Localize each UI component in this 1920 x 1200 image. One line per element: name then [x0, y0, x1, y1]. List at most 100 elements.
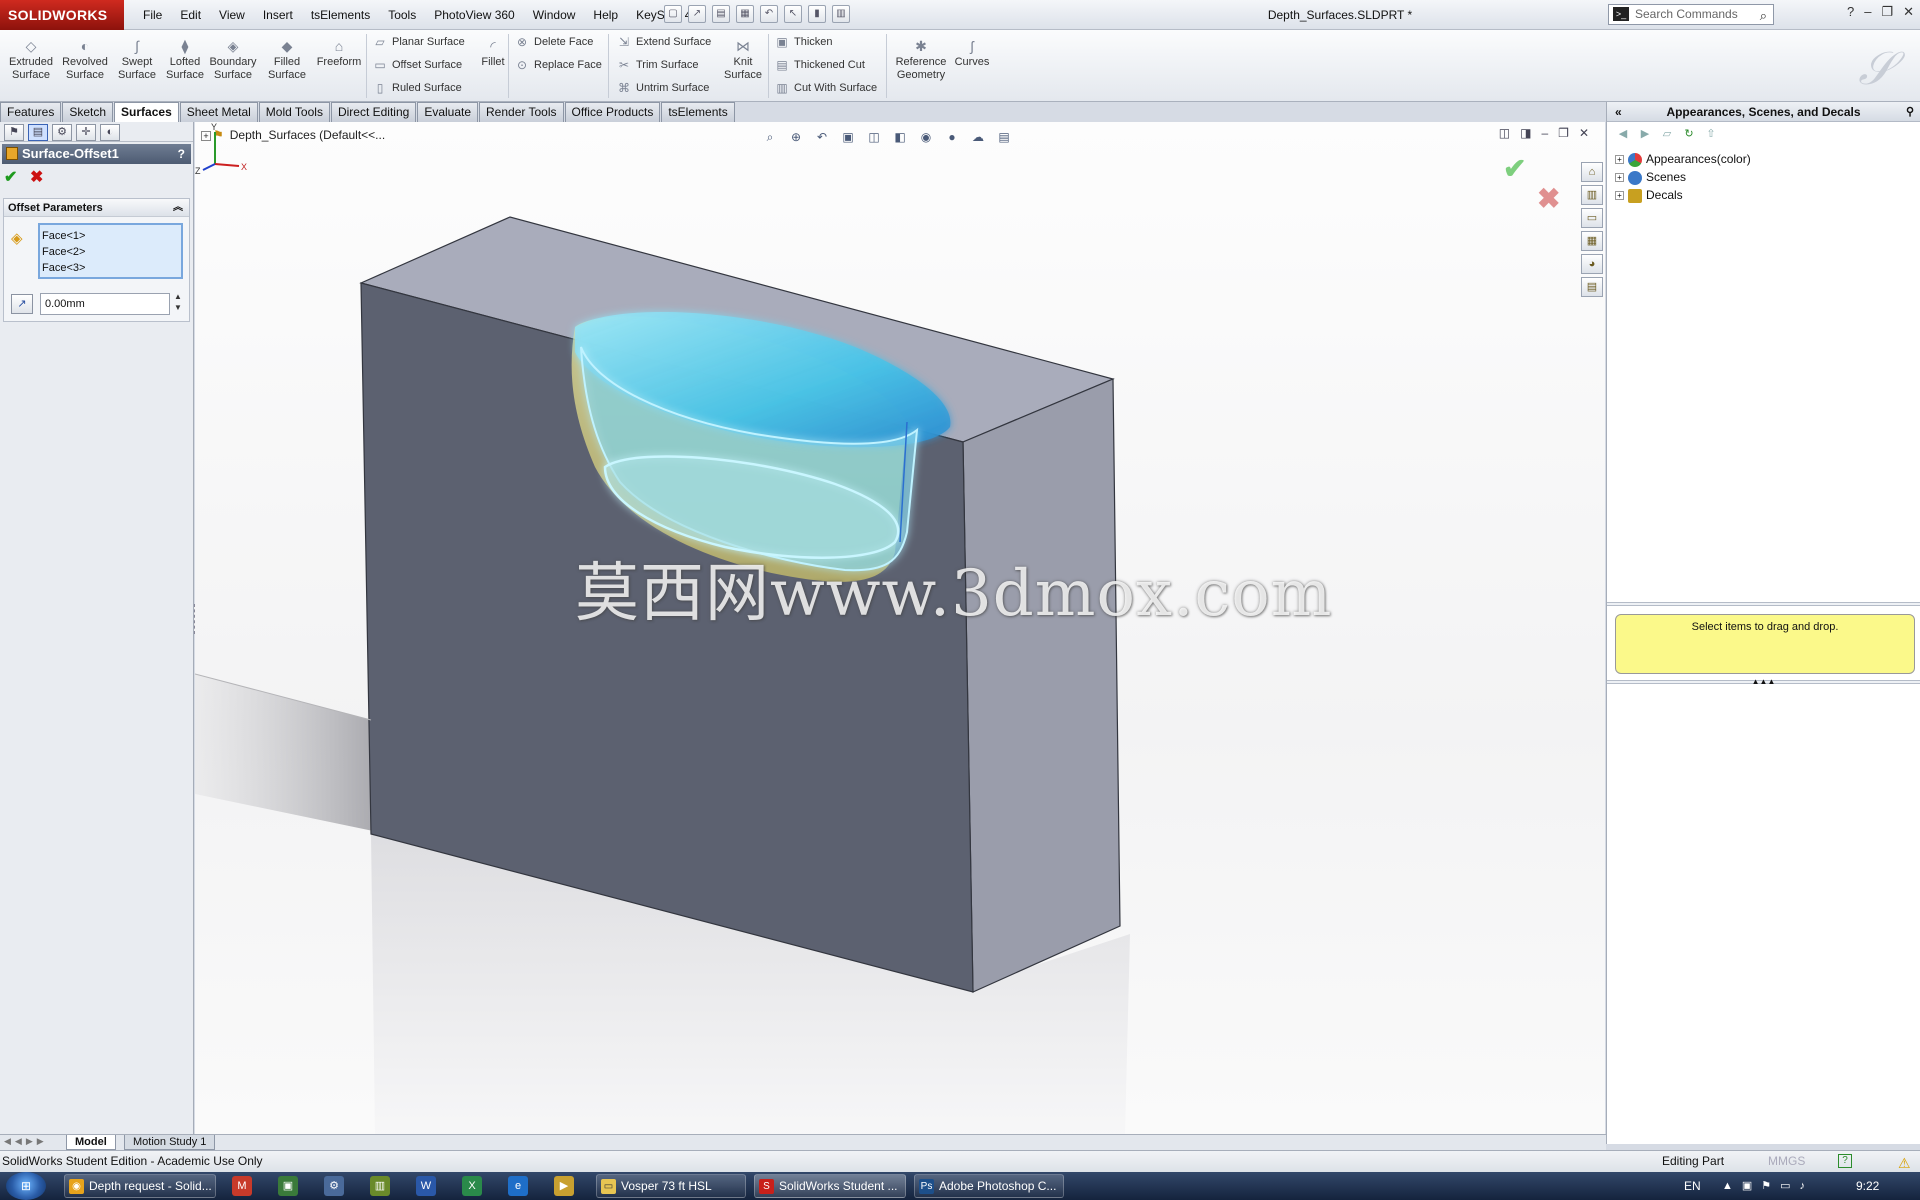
forward-icon[interactable]: ▶ [1637, 126, 1653, 142]
tab-mold-tools[interactable]: Mold Tools [258, 102, 330, 122]
menu-insert[interactable]: Insert [254, 0, 302, 30]
view-settings-icon[interactable]: ▤ [995, 128, 1013, 146]
app-icon[interactable]: ▣ [278, 1176, 298, 1196]
search-commands-input[interactable]: >_ Search Commands ⌕ [1608, 4, 1774, 25]
word-icon[interactable]: W [416, 1176, 436, 1196]
menu-edit[interactable]: Edit [171, 0, 210, 30]
viewport-close-icon[interactable]: ✕ [1579, 126, 1589, 140]
freeform-button[interactable]: ⌂ Freeform [314, 38, 364, 69]
lofted-surface-button[interactable]: ⧫ Lofted Surface [160, 38, 210, 82]
file-explorer-icon[interactable]: ▭ [1581, 208, 1603, 228]
menu-tools[interactable]: Tools [379, 0, 425, 30]
design-library-icon[interactable]: ▥ [1581, 185, 1603, 205]
ruled-surface-button[interactable]: ▯ Ruled Surface [372, 80, 462, 96]
tab-model[interactable]: Model [66, 1135, 116, 1150]
rebuild-icon[interactable]: ▮ [808, 5, 826, 23]
solidworks-resources-icon[interactable]: ⌂ [1581, 162, 1603, 182]
menu-photoview[interactable]: PhotoView 360 [425, 0, 524, 30]
offset-parameters-header[interactable]: Offset Parameters ︽ [4, 199, 189, 217]
options-icon[interactable]: ▥ [832, 5, 850, 23]
tab-sketch[interactable]: Sketch [62, 102, 114, 122]
save-icon[interactable]: ▤ [712, 5, 730, 23]
planar-surface-button[interactable]: ▱ Planar Surface [372, 34, 464, 50]
tab-render-tools[interactable]: Render Tools [479, 102, 564, 122]
help-question-icon[interactable]: ? [1847, 4, 1854, 20]
appearances-scenes-icon[interactable]: ◕ [1581, 254, 1603, 274]
apply-scene-icon[interactable]: ☁ [969, 128, 987, 146]
hide-show-items-icon[interactable]: ◉ [917, 128, 935, 146]
tab-tselements[interactable]: tsElements [661, 102, 735, 122]
collapse-chevron-icon[interactable]: ︽ [173, 199, 183, 217]
expand-icon[interactable]: + [1615, 155, 1624, 165]
swept-surface-button[interactable]: ∫ Swept Surface [112, 38, 162, 82]
taskbar-solidworks[interactable]: S SolidWorks Student ... [754, 1174, 906, 1198]
task-pane-splitter-lower[interactable]: ▲▲▲ [1607, 678, 1920, 686]
print-icon[interactable]: ▦ [736, 5, 754, 23]
open-icon[interactable]: ↗ [688, 5, 706, 23]
tab-motion-study[interactable]: Motion Study 1 [124, 1135, 216, 1150]
quick-tips-icon[interactable]: ? [1838, 1154, 1852, 1168]
revolved-surface-button[interactable]: ◐ Revolved Surface [60, 38, 110, 82]
flip-direction-icon[interactable]: ↗ [11, 294, 33, 314]
tree-item-appearances[interactable]: + Appearances(color) [1615, 150, 1912, 168]
back-icon[interactable]: ◀ [1615, 126, 1631, 142]
extruded-surface-button[interactable]: ◇ Extruded Surface [6, 38, 56, 82]
search-icon[interactable]: ⌕ [1760, 6, 1767, 25]
undo-icon[interactable]: ↶ [760, 5, 778, 23]
tab-features[interactable]: Features [0, 102, 62, 122]
extend-surface-button[interactable]: ⇲ Extend Surface [616, 34, 711, 50]
view-orientation-icon[interactable]: ◫ [865, 128, 883, 146]
select-icon[interactable]: ↖ [784, 5, 802, 23]
add-folder-icon[interactable]: ▱ [1659, 126, 1675, 142]
menu-view[interactable]: View [210, 0, 254, 30]
zoom-to-area-icon[interactable]: ⊕ [787, 128, 805, 146]
tray-icons[interactable]: ▲▣⚑▭♪ [1722, 1172, 1872, 1200]
tab-scroll-arrows-icon[interactable]: ◀◀▶▶ [4, 1136, 48, 1147]
minimize-icon[interactable]: – [1864, 4, 1871, 20]
fillet-button[interactable]: ◜ Fillet [468, 38, 518, 69]
split-horizontal-icon[interactable]: ◫ [1499, 126, 1510, 140]
menu-file[interactable]: File [134, 0, 171, 30]
expand-icon[interactable]: + [1615, 173, 1624, 183]
dimxpert-manager-icon[interactable]: ✛ [76, 124, 96, 141]
expand-icon[interactable]: + [1615, 191, 1624, 201]
viewport-minimize-icon[interactable]: – [1541, 126, 1548, 140]
help-icon[interactable]: ? [178, 144, 185, 164]
selected-face[interactable]: Face<3> [42, 260, 179, 276]
task-pane-splitter[interactable] [1607, 602, 1920, 606]
untrim-surface-button[interactable]: ⌘ Untrim Surface [616, 80, 709, 96]
offset-distance-input[interactable]: 0.00mm [40, 293, 170, 315]
rebuild-status-icon[interactable]: ⚠ [1898, 1153, 1911, 1174]
tab-surfaces[interactable]: Surfaces [114, 102, 179, 122]
display-manager-icon[interactable]: ◐ [100, 124, 120, 141]
cancel-x-icon[interactable]: ✖ [30, 167, 43, 187]
up-level-icon[interactable]: ⇧ [1703, 126, 1719, 142]
thicken-button[interactable]: ▣ Thicken [774, 34, 832, 50]
cut-with-surface-button[interactable]: ▥ Cut With Surface [774, 80, 877, 96]
clock[interactable]: 9:22 [1856, 1172, 1879, 1200]
display-style-icon[interactable]: ◧ [891, 128, 909, 146]
menu-help[interactable]: Help [584, 0, 627, 30]
confirmation-ok-icon[interactable]: ✔ [1503, 152, 1526, 185]
solidworks-logo[interactable]: SOLIDWORKS [0, 0, 124, 30]
tree-item-decals[interactable]: + Decals [1615, 186, 1912, 204]
units-selector[interactable]: MMGS [1768, 1151, 1805, 1172]
view-palette-icon[interactable]: ▦ [1581, 231, 1603, 251]
media-icon[interactable]: ▶ [554, 1176, 574, 1196]
taskbar-chrome[interactable]: ◉ Depth request - Solid... [64, 1174, 216, 1198]
tab-office-products[interactable]: Office Products [564, 102, 661, 122]
zoom-to-fit-icon[interactable]: ⌕ [761, 128, 779, 146]
refresh-icon[interactable]: ↻ [1681, 126, 1697, 142]
selected-face[interactable]: Face<2> [42, 244, 179, 260]
close-icon[interactable]: ✕ [1903, 4, 1914, 20]
split-vertical-icon[interactable]: ◨ [1520, 126, 1531, 140]
tab-evaluate[interactable]: Evaluate [417, 102, 479, 122]
network-app-icon[interactable]: ▥ [370, 1176, 390, 1196]
language-indicator[interactable]: EN [1684, 1179, 1701, 1193]
previous-view-icon[interactable]: ↶ [813, 128, 831, 146]
distance-spinner-icon[interactable]: ▲ ▼ [174, 291, 182, 313]
menu-window[interactable]: Window [524, 0, 585, 30]
curves-button[interactable]: ʃ Curves [948, 38, 996, 69]
settings-icon[interactable]: ⚙ [324, 1176, 344, 1196]
edit-appearance-icon[interactable]: ● [943, 128, 961, 146]
